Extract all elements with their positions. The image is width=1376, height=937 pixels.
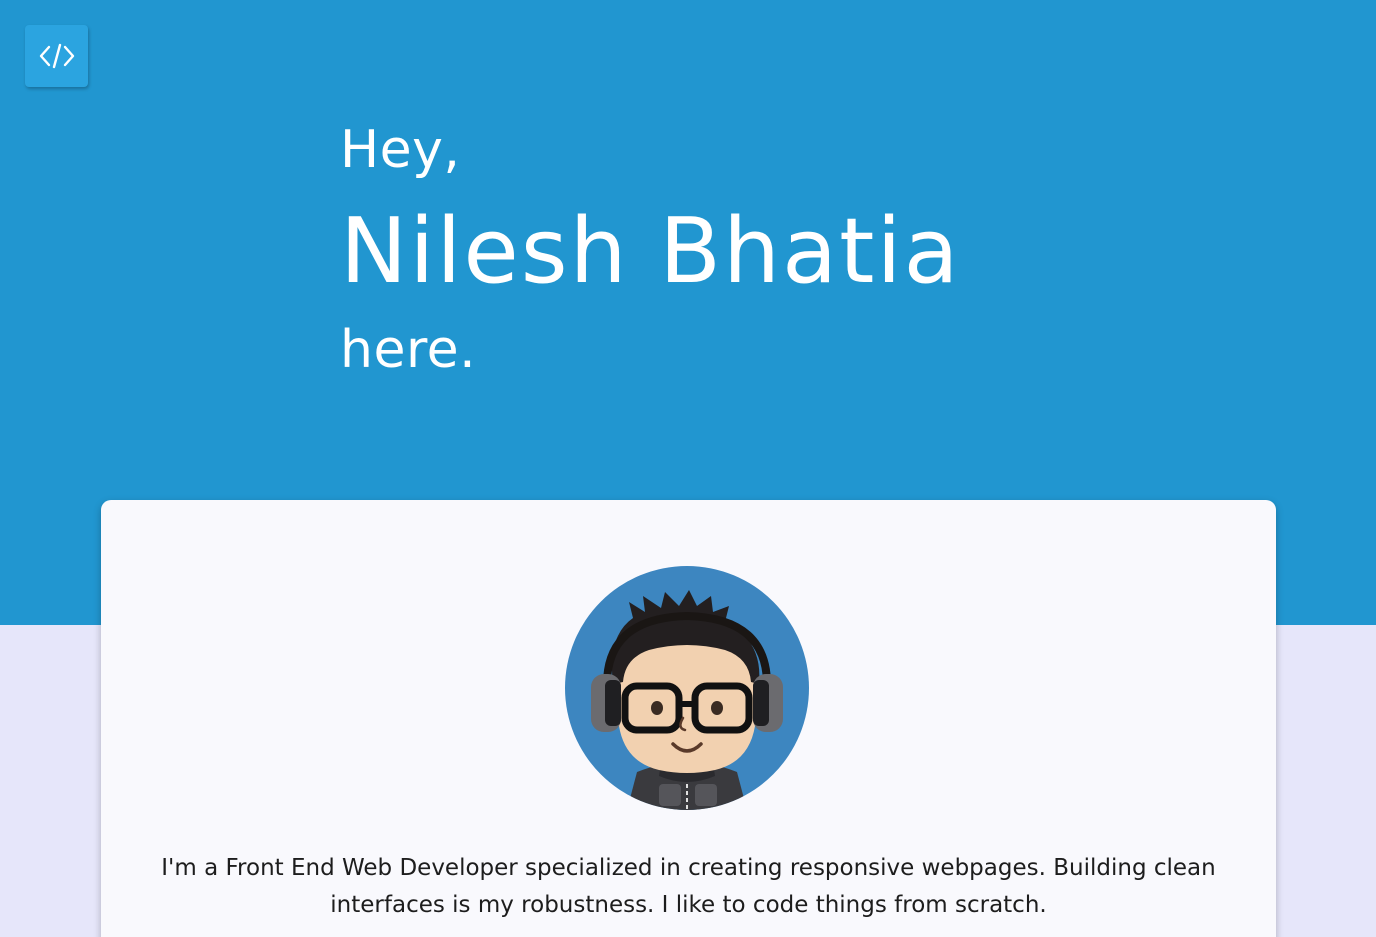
greeting-suffix: here. [340,320,477,380]
home-logo-button[interactable] [25,25,88,87]
greeting-text: Hey, [340,120,461,180]
hero-name: Nilesh Bhatia [340,199,961,304]
page: Hey, Nilesh Bhatia here. I'm a Front End… [0,0,1376,937]
avatar [565,566,809,810]
about-card: I'm a Front End Web Developer specialize… [101,500,1276,937]
code-brackets-icon [39,43,74,69]
developer-avatar-illustration [591,590,783,810]
bio-text: I'm a Front End Web Developer specialize… [161,855,1216,918]
